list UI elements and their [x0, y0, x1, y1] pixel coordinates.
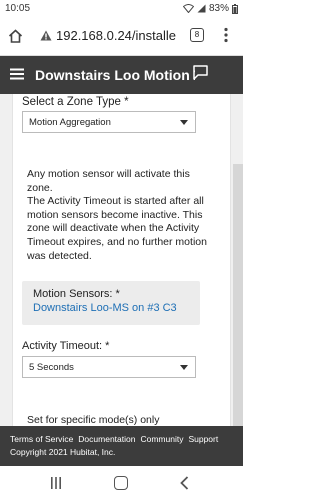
status-bar: 10:05 83%: [0, 0, 243, 18]
tab-switcher-button[interactable]: 8: [190, 28, 204, 42]
caret-down-icon: [180, 120, 188, 125]
url-field[interactable]: 192.168.0.24/installe: [56, 28, 186, 43]
motion-sensors-field[interactable]: Motion Sensors: * Downstairs Loo-MS on #…: [22, 281, 200, 325]
browser-toolbar: 192.168.0.24/installe 8: [0, 18, 243, 56]
home-icon[interactable]: [8, 29, 23, 43]
motion-sensors-link[interactable]: Downstairs Loo-MS on #3 C3: [33, 302, 189, 314]
scrollbar[interactable]: [233, 164, 243, 426]
specific-modes-label: Set for specific mode(s) only: [27, 414, 160, 426]
recent-apps-icon[interactable]: [50, 477, 62, 489]
activity-timeout-label: Activity Timeout: *: [22, 340, 110, 352]
footer-link-documentation[interactable]: Documentation: [78, 434, 135, 444]
warning-icon[interactable]: [40, 30, 52, 41]
activity-timeout-select[interactable]: 5 Seconds: [22, 356, 196, 378]
zone-description: Any motion sensor will activate this zon…: [27, 168, 207, 263]
page-title: Downstairs Loo Motion Z: [35, 67, 195, 83]
main-content: Select a Zone Type * Motion Aggregation …: [0, 94, 243, 426]
app-header: Downstairs Loo Motion Z: [0, 56, 243, 94]
caret-down-icon: [180, 365, 188, 370]
description-line: The Activity Timeout is started after al…: [27, 195, 207, 262]
footer-link-support[interactable]: Support: [188, 434, 218, 444]
description-line: Any motion sensor will activate this zon…: [27, 168, 190, 194]
status-time: 10:05: [5, 3, 31, 14]
footer-link-community[interactable]: Community: [140, 434, 183, 444]
back-icon[interactable]: [180, 476, 189, 490]
activity-timeout-value: 5 Seconds: [29, 362, 74, 373]
motion-sensors-label: Motion Sensors: *: [33, 288, 120, 300]
page-footer: Terms of Service Documentation Community…: [0, 426, 243, 466]
battery-percent: 83%: [208, 3, 229, 14]
hamburger-menu-icon[interactable]: [10, 68, 24, 80]
more-options-icon[interactable]: [224, 27, 228, 43]
status-icons: 83%: [182, 3, 238, 14]
zone-type-label: Select a Zone Type *: [22, 96, 129, 108]
zone-type-select[interactable]: Motion Aggregation: [22, 111, 196, 133]
copyright-text: Copyright 2021 Hubitat, Inc.: [10, 447, 116, 457]
battery-icon: [232, 3, 238, 14]
wifi-icon: [182, 4, 194, 13]
chat-icon[interactable]: [193, 65, 208, 80]
footer-link-terms[interactable]: Terms of Service: [10, 434, 73, 444]
zone-type-value: Motion Aggregation: [29, 117, 111, 128]
signal-icon: [197, 4, 206, 13]
footer-links: Terms of Service Documentation Community…: [10, 434, 233, 444]
system-nav-bar: [0, 466, 243, 500]
home-button-icon[interactable]: [114, 476, 128, 490]
